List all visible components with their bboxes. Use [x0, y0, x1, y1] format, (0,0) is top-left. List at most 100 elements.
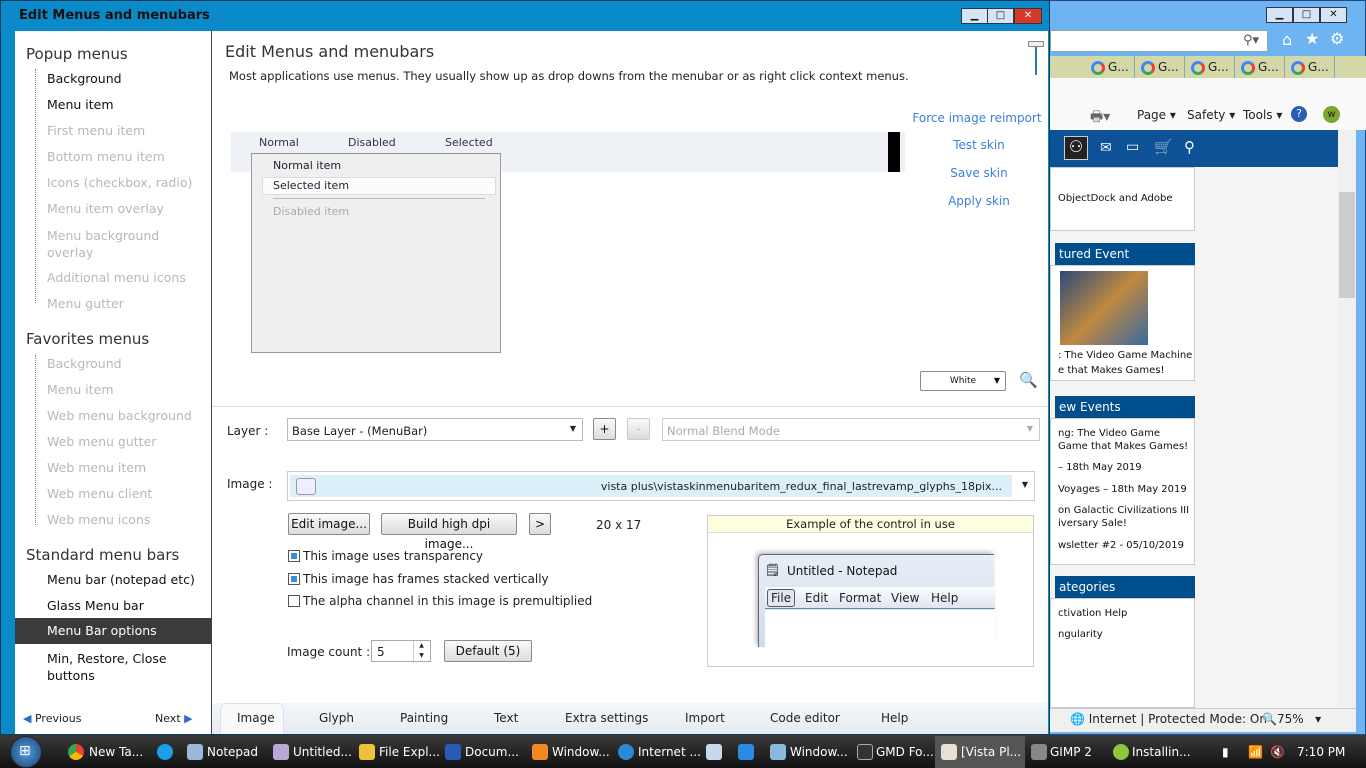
tab-text[interactable]: Text — [494, 711, 518, 725]
more-button[interactable]: > — [529, 513, 551, 535]
default-count-button[interactable]: Default (5) — [444, 640, 532, 662]
sidebar-item-glass-menu-bar[interactable]: Glass Menu bar — [47, 598, 144, 613]
event-link[interactable]: ng: The Video Game — [1058, 428, 1160, 439]
taskbar-installing[interactable]: Installin... — [1132, 745, 1191, 759]
sidebar-item-background[interactable]: Background — [47, 71, 122, 86]
apply-skin-link[interactable]: Apply skin — [914, 194, 1044, 208]
scrollbar[interactable] — [1338, 130, 1356, 708]
transparency-label[interactable]: This image uses transparency — [303, 549, 483, 563]
sidebar-item-web-menu-background[interactable]: Web menu background — [47, 408, 192, 423]
safety-menu[interactable]: Safety ▾ — [1187, 108, 1235, 122]
sidebar-item-menu-bar[interactable]: Menu bar (notepad etc) — [47, 572, 195, 587]
taskbar-paint[interactable]: Untitled... — [293, 745, 352, 759]
featured-event-image[interactable] — [1060, 271, 1148, 345]
event-link[interactable]: iversary Sale! — [1058, 518, 1127, 529]
taskbar-gmd[interactable]: GMD Fo... — [876, 745, 934, 759]
category-link[interactable]: ctivation Help — [1058, 608, 1127, 619]
start-button[interactable]: ⊞ — [10, 736, 42, 768]
gear-icon[interactable]: ⚙ — [1330, 29, 1344, 48]
save-skin-link[interactable]: Save skin — [914, 166, 1044, 180]
sidebar-item-web-menu-icons[interactable]: Web menu icons — [47, 512, 150, 527]
browser-tab[interactable]: G... — [1135, 56, 1185, 78]
mail-icon[interactable]: ✉ — [1100, 140, 1112, 156]
document-icon[interactable] — [706, 744, 722, 760]
taskbar-notepad[interactable]: Notepad — [207, 745, 258, 759]
event-link[interactable]: on Galactic Civilizations III — [1058, 505, 1189, 516]
event-link[interactable]: wsletter #2 - 05/10/2019 — [1058, 540, 1184, 551]
help-icon[interactable]: ? — [1291, 106, 1307, 122]
add-layer-button[interactable]: + — [593, 418, 616, 440]
taskbar-vista-plus[interactable]: [Vista Pl... — [961, 745, 1021, 759]
maximize-button[interactable]: □ — [987, 8, 1014, 24]
skype-icon[interactable] — [157, 744, 173, 760]
sidebar-item-menu-background-overlay[interactable]: Menu background overlay — [47, 227, 177, 261]
sidebar-item-additional-menu-icons[interactable]: Additional menu icons — [47, 270, 186, 285]
browser-tab[interactable]: G... — [1235, 56, 1285, 78]
taskbar-word[interactable]: Docum... — [465, 745, 519, 759]
taskbar-file-explorer[interactable]: File Expl... — [379, 745, 440, 759]
sidebar-item-web-menu-gutter[interactable]: Web menu gutter — [47, 434, 156, 449]
sidebar-item-icons[interactable]: Icons (checkbox, radio) — [47, 175, 192, 190]
browser-minimize-button[interactable]: ▁ — [1266, 7, 1293, 23]
cart-icon[interactable]: 🛒 — [1154, 138, 1173, 156]
favorites-star-icon[interactable]: ★ — [1305, 29, 1319, 48]
browser-close-button[interactable]: ✕ — [1320, 7, 1347, 23]
chat-icon[interactable]: ▭ — [1126, 139, 1139, 155]
sidebar-item-menu-bar-options[interactable]: Menu Bar options — [15, 618, 211, 644]
build-high-dpi-button[interactable]: Build high dpi image... — [381, 513, 517, 551]
tab-help[interactable]: Help — [881, 711, 908, 725]
page-menu[interactable]: Page ▾ — [1137, 108, 1176, 122]
magnifier-icon[interactable]: 🔍 — [1019, 371, 1038, 389]
frames-vertical-label[interactable]: This image has frames stacked vertically — [303, 572, 549, 586]
volume-muted-icon[interactable]: 🔇 — [1270, 745, 1285, 759]
browser-tab[interactable]: G... — [1285, 56, 1335, 78]
sidebar-item-menu-item[interactable]: Menu item — [47, 97, 114, 112]
sidebar-item-menu-gutter[interactable]: Menu gutter — [47, 296, 124, 311]
tools-menu[interactable]: Tools ▾ — [1243, 108, 1282, 122]
sidebar-item-first-menu-item[interactable]: First menu item — [47, 123, 145, 138]
tab-import[interactable]: Import — [685, 711, 725, 725]
browser-maximize-button[interactable]: □ — [1293, 7, 1320, 23]
background-color-select[interactable]: White ▼ — [920, 371, 1006, 391]
close-button[interactable]: ✕ — [1014, 8, 1042, 24]
image-count-stepper[interactable]: 5 ▲ ▼ — [371, 640, 431, 662]
home-icon[interactable]: ⌂ — [1282, 30, 1292, 49]
test-skin-link[interactable]: Test skin — [914, 138, 1044, 152]
tab-image[interactable]: Image — [237, 711, 275, 725]
category-link[interactable]: ngularity — [1058, 629, 1103, 640]
minimize-button[interactable]: ▁ — [961, 8, 988, 24]
zone-status[interactable]: 🌐 Internet | Protected Mode: On — [1070, 712, 1267, 726]
force-image-reimport-link[interactable]: Force image reimport — [912, 111, 1042, 125]
sidebar-item-min-restore-close[interactable]: Min, Restore, Close buttons — [47, 650, 177, 684]
sidebar-item-web-menu-client[interactable]: Web menu client — [47, 486, 152, 501]
article-link[interactable]: ObjectDock and Adobe — [1058, 193, 1172, 204]
next-button[interactable]: Next ▶ — [155, 712, 193, 725]
addon-icon[interactable]: w — [1323, 106, 1340, 123]
clock[interactable]: 7:10 PM — [1297, 745, 1345, 759]
taskbar-window[interactable]: Window... — [790, 745, 848, 759]
edit-image-button[interactable]: Edit image... — [288, 513, 370, 535]
featured-event-link[interactable]: : The Video Game Machine — [1058, 350, 1192, 361]
sidebar-item-menu-item-overlay[interactable]: Menu item overlay — [47, 201, 164, 216]
event-link[interactable]: – 18th May 2019 — [1058, 462, 1142, 473]
print-icon[interactable]: 🖶▾ — [1090, 106, 1110, 130]
browser-tab[interactable]: G... — [1085, 56, 1135, 78]
address-bar[interactable]: ⚲▾ — [1050, 30, 1268, 52]
event-link[interactable]: Voyages – 18th May 2019 — [1058, 484, 1187, 495]
taskbar-media-player[interactable]: Window... — [552, 745, 610, 759]
search-icon[interactable]: ⚲▾ — [1243, 33, 1259, 48]
layer-select[interactable]: Base Layer - (MenuBar) ▼ — [287, 418, 583, 441]
zoom-level[interactable]: 🔍75% ▾ — [1262, 712, 1321, 726]
tab-glyph[interactable]: Glyph — [319, 711, 354, 725]
sidebar-item-fav-background[interactable]: Background — [47, 356, 122, 371]
sidebar-item-bottom-menu-item[interactable]: Bottom menu item — [47, 149, 165, 164]
sidebar-item-fav-menu-item[interactable]: Menu item — [47, 382, 114, 397]
image-select[interactable]: vista plus\vistaskinmenubaritem_redux_fi… — [287, 471, 1035, 501]
blend-mode-select[interactable]: Normal Blend Mode ▼ — [662, 418, 1040, 441]
power-icon[interactable]: ▮ — [1222, 745, 1229, 759]
taskbar-chrome[interactable]: New Ta... — [89, 745, 143, 759]
wifi-icon[interactable]: 📶 — [1248, 745, 1263, 759]
previous-button[interactable]: ◀ Previous — [23, 712, 81, 725]
premultiplied-checkbox[interactable] — [288, 595, 300, 607]
tab-painting[interactable]: Painting — [400, 711, 448, 725]
